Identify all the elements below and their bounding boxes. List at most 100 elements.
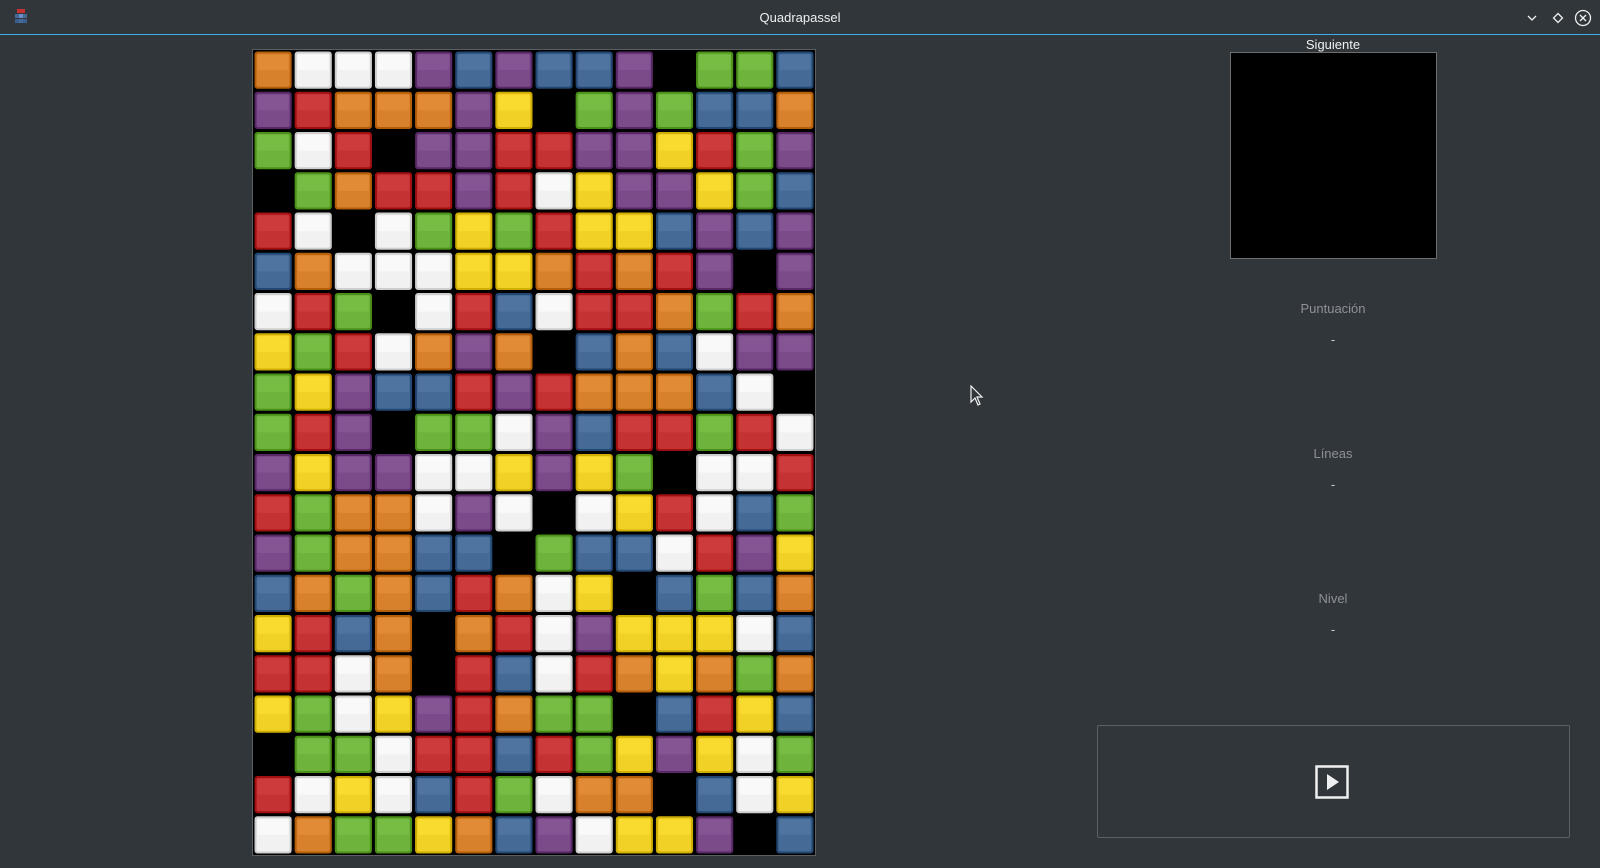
board-block (415, 574, 453, 612)
board-block (736, 776, 774, 814)
board-block (696, 534, 734, 572)
board-block (334, 695, 372, 733)
board-block (655, 333, 694, 371)
board-block (334, 172, 372, 210)
game-board[interactable] (252, 49, 816, 856)
board-block (655, 373, 694, 411)
board-block (776, 172, 814, 210)
board-block (334, 494, 372, 532)
board-block (535, 534, 573, 572)
board-block (776, 655, 814, 693)
board-block (294, 735, 332, 773)
board-block (254, 91, 292, 129)
board-block (334, 333, 372, 371)
board-block (776, 454, 814, 492)
board-block (535, 293, 573, 331)
board-block (495, 735, 533, 773)
board-block (254, 373, 292, 411)
board-block (495, 252, 533, 290)
board-block (334, 293, 372, 331)
board-block (455, 494, 493, 532)
board-block (575, 534, 613, 572)
board-block (455, 655, 493, 693)
board-block (294, 776, 332, 814)
minimize-button[interactable] (1523, 9, 1541, 27)
board-block (254, 212, 292, 250)
board-block (415, 333, 453, 371)
board-block (374, 735, 413, 773)
board-block (736, 172, 774, 210)
board-block (575, 735, 613, 773)
board-block (696, 293, 734, 331)
board-block (455, 212, 493, 250)
board-block (615, 454, 653, 492)
board-block (776, 333, 814, 371)
maximize-icon (1552, 12, 1564, 24)
board-block (655, 655, 694, 693)
board-block (736, 51, 774, 89)
board-block (575, 132, 613, 170)
board-block (495, 695, 533, 733)
board-block (575, 494, 613, 532)
board-block (294, 494, 332, 532)
board-block (334, 373, 372, 411)
board-block (415, 534, 453, 572)
board-block (696, 615, 734, 653)
board-block (254, 333, 292, 371)
board-block (655, 615, 694, 653)
maximize-button[interactable] (1549, 9, 1567, 27)
board-block (535, 776, 573, 814)
board-block (334, 615, 372, 653)
board-block (495, 373, 533, 411)
board-block (615, 252, 653, 290)
board-block (615, 212, 653, 250)
board-block (696, 695, 734, 733)
board-block (294, 574, 332, 612)
board-block (415, 454, 453, 492)
board-block (655, 413, 694, 451)
board-block (736, 373, 774, 411)
mouse-cursor-icon (970, 385, 984, 406)
board-block (776, 776, 814, 814)
board-block (415, 776, 453, 814)
board-block (254, 534, 292, 572)
board-block (294, 132, 332, 170)
board-block (334, 454, 372, 492)
board-block (776, 816, 814, 854)
board-block (535, 132, 573, 170)
board-block (374, 373, 413, 411)
board-block (254, 454, 292, 492)
board-grid (254, 51, 814, 854)
board-block (495, 132, 533, 170)
board-block (535, 615, 573, 653)
play-icon (1315, 765, 1349, 799)
board-block (374, 776, 413, 814)
board-block (575, 91, 613, 129)
next-piece-preview (1230, 52, 1437, 259)
board-block (254, 413, 292, 451)
board-block (495, 454, 533, 492)
board-block (535, 413, 573, 451)
board-block (495, 413, 533, 451)
board-block (575, 816, 613, 854)
board-block (535, 735, 573, 773)
board-block (254, 615, 292, 653)
board-block (736, 454, 774, 492)
board-block (294, 816, 332, 854)
board-block (374, 574, 413, 612)
board-block (334, 91, 372, 129)
board-block (575, 333, 613, 371)
close-button[interactable] (1574, 9, 1592, 27)
board-block (495, 212, 533, 250)
board-block (655, 534, 694, 572)
board-block (455, 816, 493, 854)
board-block (535, 655, 573, 693)
board-block (254, 132, 292, 170)
play-button[interactable] (1315, 765, 1349, 799)
board-block (776, 293, 814, 331)
board-block (736, 735, 774, 773)
board-block (294, 252, 332, 290)
board-block (334, 132, 372, 170)
board-block (535, 51, 573, 89)
minimize-icon (1527, 15, 1537, 21)
